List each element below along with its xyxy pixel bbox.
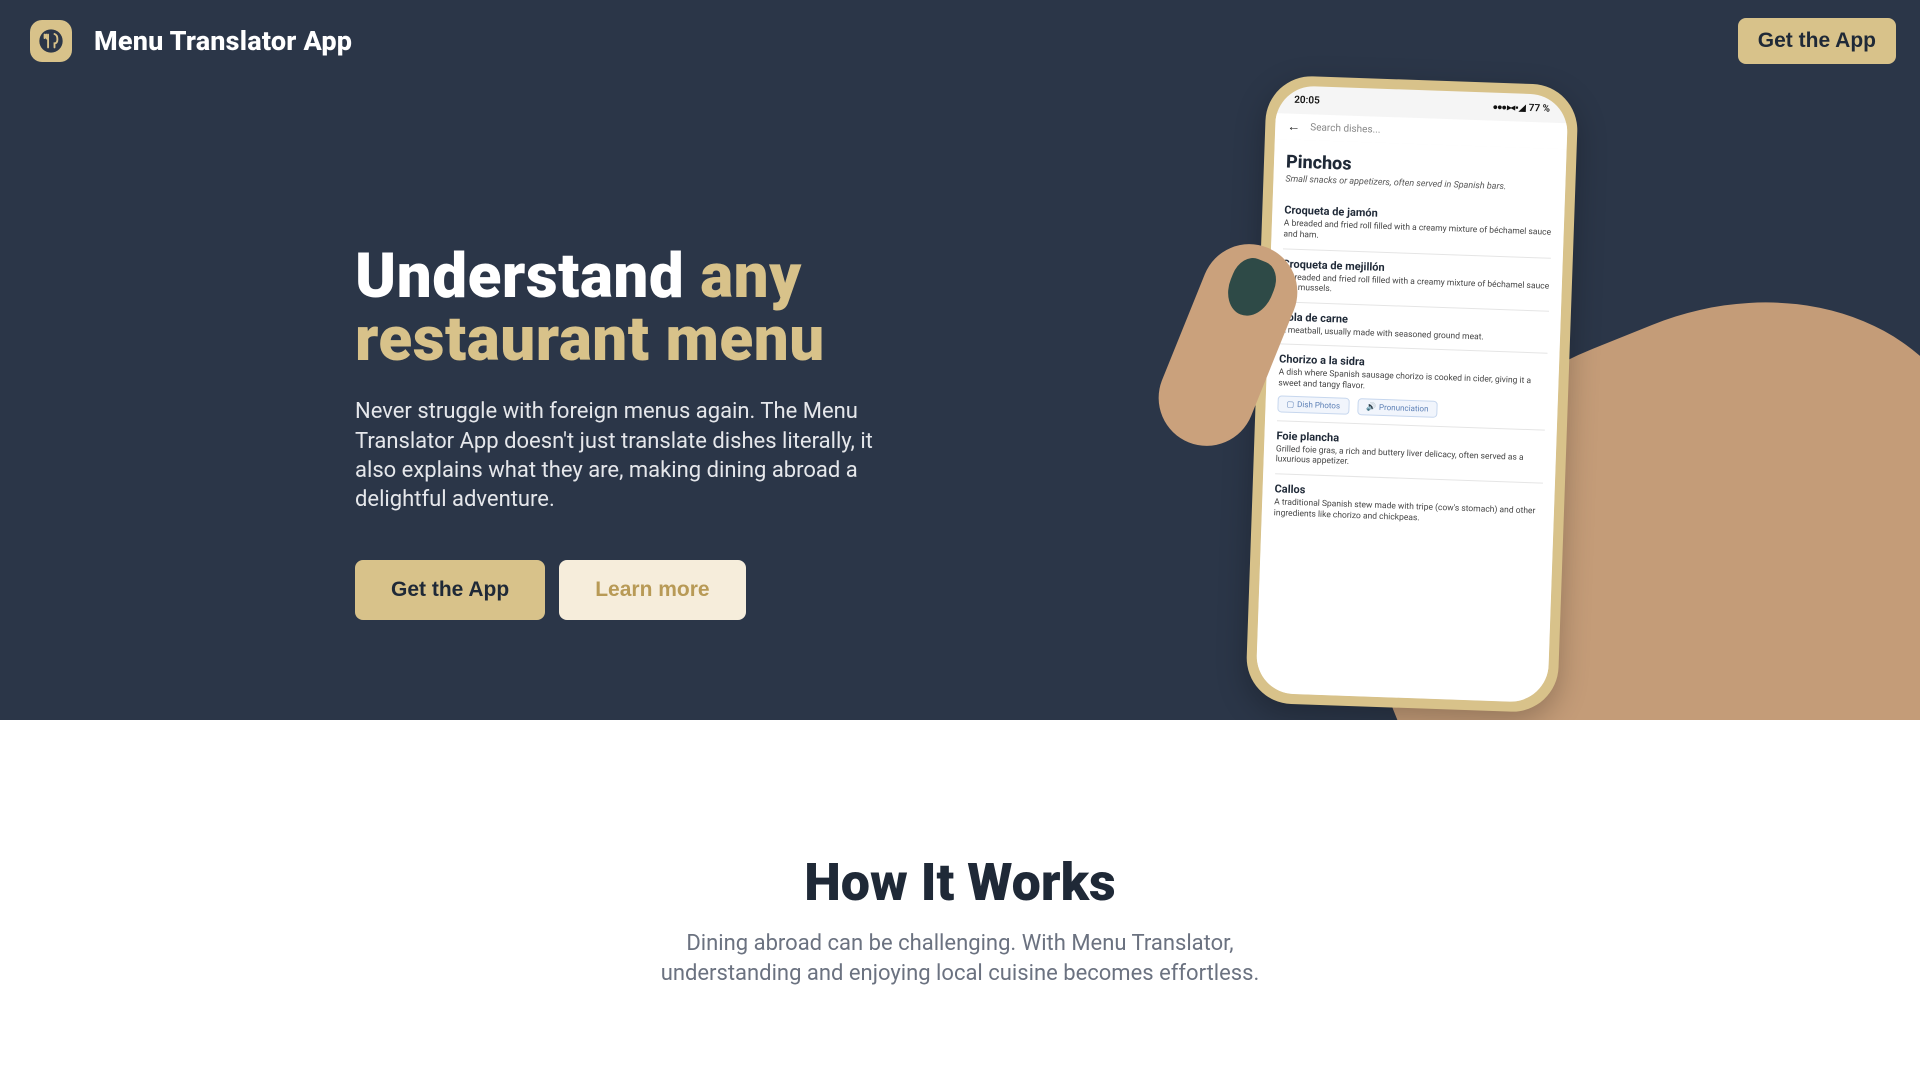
dish-item[interactable]: Croqueta de mejillónA breaded and fried …: [1281, 248, 1551, 311]
phone-mockup: 20:05 ●●● ▸◂ ▪ ◢ 77 % ← Search dishes...…: [1245, 75, 1579, 714]
how-it-works-section: How It Works Dining abroad can be challe…: [0, 720, 1920, 1068]
dish-photos-button[interactable]: ▢ Dish Photos: [1277, 395, 1349, 414]
brand: Menu Translator App: [30, 20, 352, 62]
search-placeholder[interactable]: Search dishes...: [1310, 122, 1381, 135]
hero-section: Menu Translator App Get the App Understa…: [0, 0, 1920, 720]
how-subtitle: Dining abroad can be challenging. With M…: [620, 929, 1300, 988]
dish-list: Pinchos Small snacks or appetizers, ofte…: [1255, 139, 1566, 703]
app-logo-icon: [30, 20, 72, 62]
hero-cta-row: Get the App Learn more: [355, 560, 960, 620]
hero-get-app-button[interactable]: Get the App: [355, 560, 545, 620]
hero-device-illustration: 20:05 ●●● ▸◂ ▪ ◢ 77 % ← Search dishes...…: [1180, 70, 1800, 720]
status-indicators-icon: ●●● ▸◂ ▪ ◢: [1492, 101, 1525, 113]
dish-pronounce-button[interactable]: 🔊 Pronunciation: [1357, 398, 1438, 418]
photo-icon: ▢: [1286, 399, 1294, 408]
hero-subtitle: Never struggle with foreign menus again.…: [355, 397, 915, 513]
dish-item[interactable]: Croqueta de jamónA breaded and fried rol…: [1283, 196, 1553, 258]
hero-learn-more-button[interactable]: Learn more: [559, 560, 745, 620]
hero-title-lead: Understand: [355, 240, 700, 313]
brand-name: Menu Translator App: [94, 25, 352, 57]
phone-screen: 20:05 ●●● ▸◂ ▪ ◢ 77 % ← Search dishes...…: [1255, 85, 1568, 703]
hero-copy: Understand any restaurant menu Never str…: [0, 0, 1000, 720]
header-get-app-button[interactable]: Get the App: [1738, 18, 1896, 64]
status-battery: 77 %: [1529, 102, 1551, 114]
dish-action-row: ▢ Dish Photos 🔊 Pronunciation: [1277, 395, 1545, 421]
dish-item[interactable]: Foie planchaGrilled foie gras, a rich an…: [1275, 420, 1545, 483]
status-time: 20:05: [1294, 94, 1320, 106]
speaker-icon: 🔊: [1366, 402, 1376, 411]
top-bar: Menu Translator App Get the App: [0, 0, 1920, 82]
dish-item[interactable]: Chorizo a la sidraA dish where Spanish s…: [1277, 344, 1547, 430]
hero-title: Understand any restaurant menu: [355, 245, 960, 371]
how-title: How It Works: [20, 852, 1900, 913]
status-right: ●●● ▸◂ ▪ ◢ 77 %: [1492, 101, 1550, 114]
dish-item[interactable]: CallosA traditional Spanish stew made wi…: [1273, 473, 1543, 536]
back-arrow-icon[interactable]: ←: [1287, 118, 1301, 134]
